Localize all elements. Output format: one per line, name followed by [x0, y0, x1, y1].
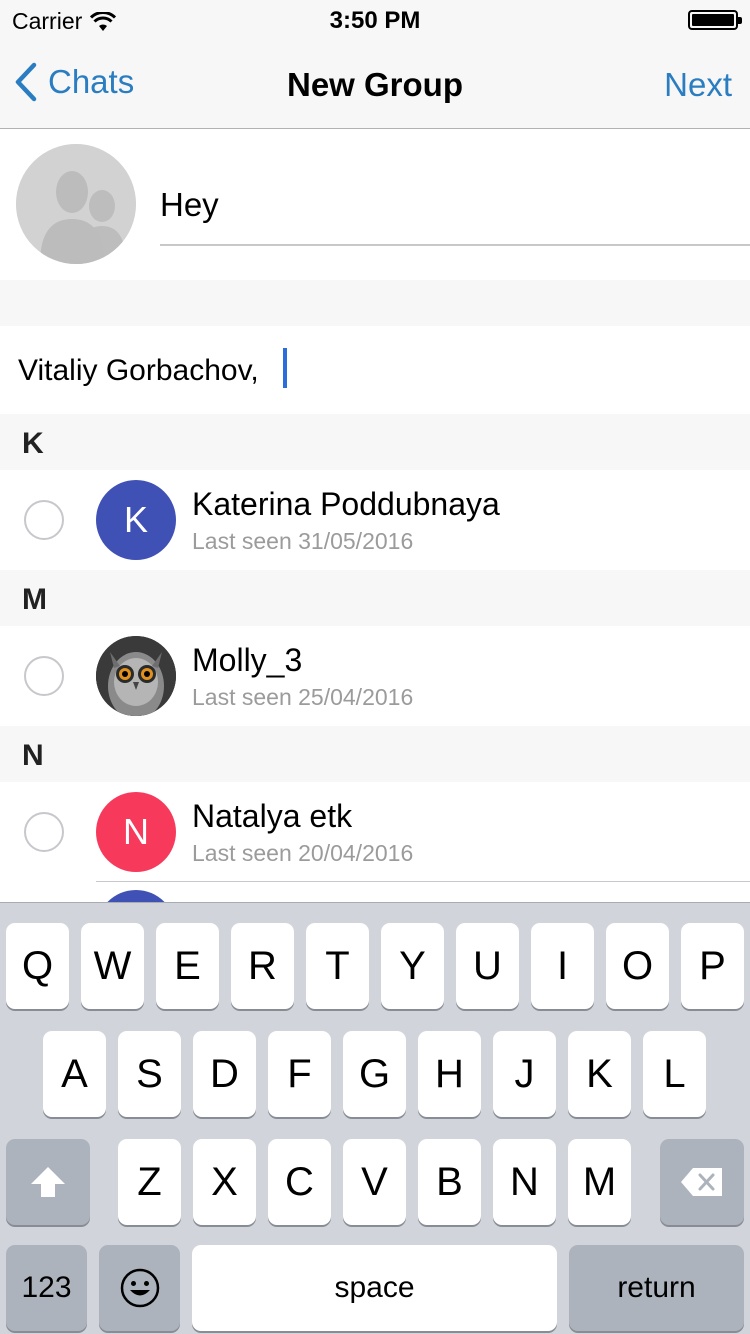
keyboard: Q W E R T Y U I O P A S D F G H J K L Z …	[0, 902, 750, 1334]
key-c[interactable]: C	[268, 1139, 331, 1225]
key-m[interactable]: M	[568, 1139, 631, 1225]
owl-photo	[96, 636, 176, 716]
shift-icon	[31, 1167, 65, 1197]
emoji-icon	[120, 1268, 159, 1308]
key-u[interactable]: U	[456, 923, 519, 1009]
status-time: 3:50 PM	[329, 7, 421, 34]
key-k[interactable]: K	[568, 1031, 631, 1117]
section-header-n: N	[0, 726, 750, 782]
avatar	[96, 636, 176, 716]
group-placeholder-icon	[16, 144, 136, 264]
key-t[interactable]: T	[306, 923, 369, 1009]
key-e[interactable]: E	[156, 923, 219, 1009]
key-i[interactable]: I	[531, 923, 594, 1009]
key-g[interactable]: G	[343, 1031, 406, 1117]
contact-name: Katerina Poddubnaya	[192, 486, 500, 522]
contact-last-seen: Last seen 20/04/2016	[192, 840, 414, 866]
delete-icon	[681, 1168, 722, 1196]
section-letter: N	[22, 739, 44, 772]
contact-name: Natalya etk	[192, 798, 353, 834]
key-a[interactable]: A	[43, 1031, 106, 1117]
key-n[interactable]: N	[493, 1139, 556, 1225]
selected-members-field[interactable]: Vitaliy Gorbachov,	[0, 326, 750, 414]
key-o[interactable]: O	[606, 923, 669, 1009]
section-header-m: M	[0, 570, 750, 626]
row-separator	[96, 881, 750, 882]
contact-last-seen: Last seen 25/04/2016	[192, 684, 414, 710]
key-q[interactable]: Q	[6, 923, 69, 1009]
numbers-key[interactable]: 123	[6, 1245, 87, 1331]
contact-row[interactable]: N Natalya etk Last seen 20/04/2016	[0, 782, 750, 882]
space-key[interactable]: space	[192, 1245, 557, 1331]
section-letter: M	[22, 583, 47, 616]
emoji-key[interactable]	[99, 1245, 180, 1331]
key-r[interactable]: R	[231, 923, 294, 1009]
key-v[interactable]: V	[343, 1139, 406, 1225]
battery-icon	[688, 10, 742, 30]
key-z[interactable]: Z	[118, 1139, 181, 1225]
select-radio[interactable]	[24, 656, 64, 696]
page-title: New Group	[286, 66, 463, 103]
contact-name: Molly_3	[192, 642, 303, 678]
section-spacer	[0, 280, 750, 326]
avatar-initial: K	[123, 499, 148, 540]
key-j[interactable]: J	[493, 1031, 556, 1117]
key-w[interactable]: W	[81, 923, 144, 1009]
group-photo-button[interactable]	[16, 144, 136, 264]
delete-key[interactable]	[660, 1139, 744, 1225]
next-button[interactable]: Next	[664, 66, 732, 104]
selected-members-text: Vitaliy Gorbachov,	[18, 354, 259, 387]
key-d[interactable]: D	[193, 1031, 256, 1117]
navigation-bar: Chats New Group Next	[0, 40, 750, 129]
avatar: K	[96, 480, 176, 560]
key-s[interactable]: S	[118, 1031, 181, 1117]
key-x[interactable]: X	[193, 1139, 256, 1225]
shift-key[interactable]	[6, 1139, 90, 1225]
key-b[interactable]: B	[418, 1139, 481, 1225]
contact-last-seen: Last seen 31/05/2016	[192, 528, 414, 554]
group-info: Hey	[0, 130, 750, 280]
group-name-underline	[160, 244, 750, 246]
group-name-input[interactable]: Hey	[160, 186, 219, 224]
avatar-initial: N	[123, 811, 149, 852]
key-f[interactable]: F	[268, 1031, 331, 1117]
key-p[interactable]: P	[681, 923, 744, 1009]
key-l[interactable]: L	[643, 1031, 706, 1117]
section-letter: K	[22, 427, 44, 460]
key-y[interactable]: Y	[381, 923, 444, 1009]
return-key[interactable]: return	[569, 1245, 744, 1331]
text-cursor	[283, 348, 287, 388]
avatar: N	[96, 792, 176, 872]
status-bar: Carrier 3:50 PM	[0, 0, 750, 40]
select-radio[interactable]	[24, 812, 64, 852]
select-radio[interactable]	[24, 500, 64, 540]
contact-row[interactable]: K Katerina Poddubnaya Last seen 31/05/20…	[0, 470, 750, 570]
contact-row[interactable]: Molly_3 Last seen 25/04/2016	[0, 626, 750, 726]
section-header-k: K	[0, 414, 750, 470]
key-h[interactable]: H	[418, 1031, 481, 1117]
